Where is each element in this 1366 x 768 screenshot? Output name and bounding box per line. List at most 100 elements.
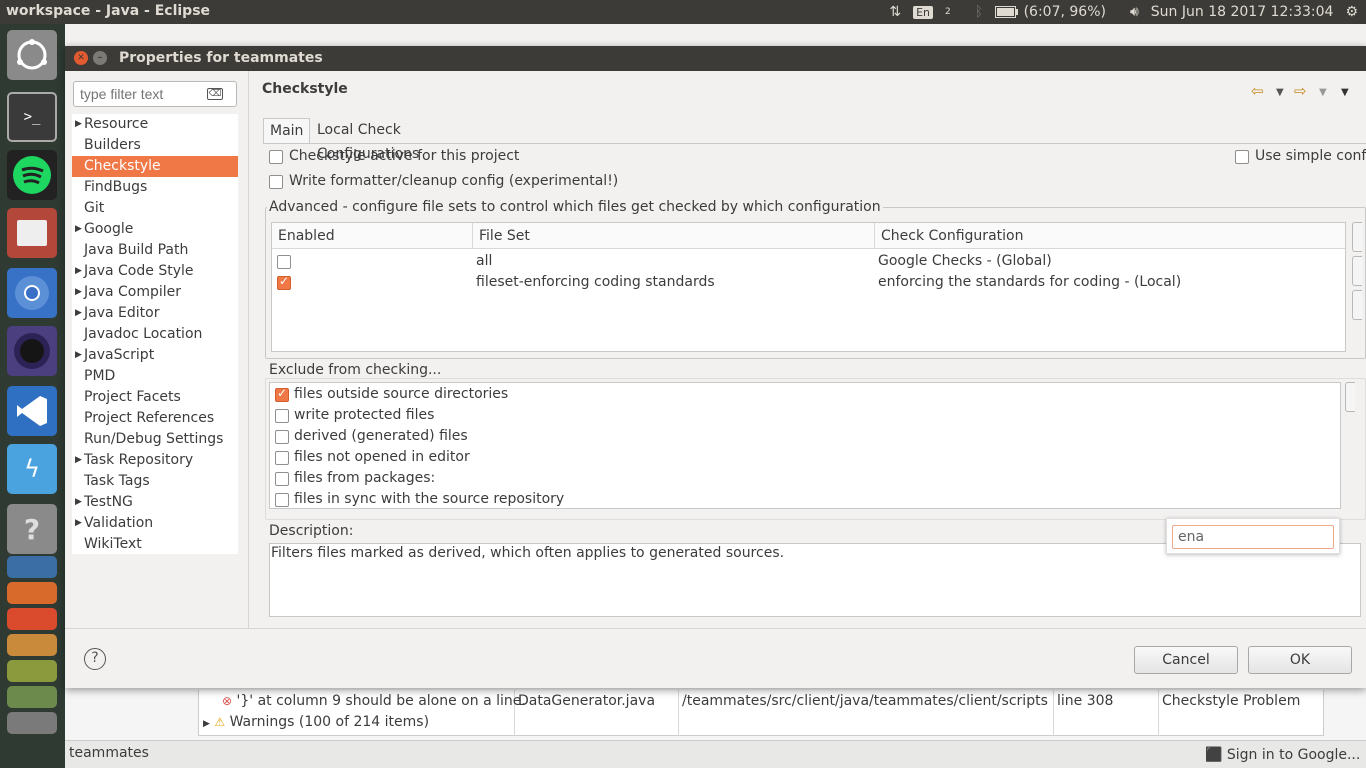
- description-label: Description:: [269, 523, 354, 539]
- tree-item[interactable]: WikiText: [72, 534, 238, 555]
- tree-item[interactable]: ▶ TestNG: [72, 492, 238, 513]
- bluetooth-icon[interactable]: ᛒ: [975, 4, 983, 20]
- tree-item[interactable]: FindBugs: [72, 177, 238, 198]
- cancel-button[interactable]: Cancel: [1134, 646, 1238, 674]
- fileset-config[interactable]: Google Checks - (Global): [878, 253, 1052, 269]
- tree-item[interactable]: Javadoc Location: [72, 324, 238, 345]
- write-formatter-checkbox[interactable]: [269, 175, 283, 189]
- battery-indicator[interactable]: (6:07, 96%): [995, 4, 1118, 20]
- expand-arrow-icon[interactable]: ▶: [75, 450, 82, 471]
- configure-exclude-button[interactable]: [1345, 382, 1355, 412]
- tree-item[interactable]: Task Tags: [72, 471, 238, 492]
- fileset-enabled-checkbox[interactable]: [277, 274, 291, 290]
- tree-item[interactable]: ▶ JavaScript: [72, 345, 238, 366]
- tree-item[interactable]: Run/Debug Settings: [72, 429, 238, 450]
- impress-icon[interactable]: [7, 634, 57, 656]
- exclude-checkbox[interactable]: [275, 430, 289, 444]
- back-dropdown-icon[interactable]: ▼: [1276, 87, 1284, 98]
- quick-search-input[interactable]: ena: [1172, 525, 1334, 549]
- eclipse-toolbar: [65, 24, 1366, 46]
- software-center-icon[interactable]: [7, 608, 57, 630]
- tree-item[interactable]: Builders: [72, 135, 238, 156]
- exclude-checkbox[interactable]: [275, 472, 289, 486]
- eclipse-icon[interactable]: [7, 326, 57, 376]
- libreoffice-writer-icon[interactable]: [7, 556, 57, 578]
- fileset-name[interactable]: fileset-enforcing coding standards: [476, 274, 715, 290]
- tree-item[interactable]: Java Build Path: [72, 240, 238, 261]
- tree-item[interactable]: ▶ Java Editor: [72, 303, 238, 324]
- volume-icon[interactable]: 🔊︎: [1130, 4, 1139, 20]
- exclude-list: files outside source directories write pr…: [269, 382, 1341, 509]
- remove-fileset-button[interactable]: [1352, 290, 1362, 320]
- tree-item[interactable]: PMD: [72, 366, 238, 387]
- fileset-config[interactable]: enforcing the standards for coding - (Lo…: [878, 274, 1181, 290]
- warnings-group[interactable]: ▶ ⚠ Warnings (100 of 214 items): [203, 714, 429, 730]
- expand-arrow-icon[interactable]: ▶: [75, 492, 82, 513]
- tree-item[interactable]: ▶ Java Code Style: [72, 261, 238, 282]
- google-sign-in[interactable]: ⬛ Sign in to Google...: [1205, 747, 1360, 763]
- clock[interactable]: Sun Jun 18 2017 12:33:04: [1151, 4, 1334, 20]
- expand-arrow-icon[interactable]: ▶: [75, 303, 82, 324]
- problem-row[interactable]: ⊗ '}' at column 9 should be alone on a l…: [222, 693, 526, 709]
- vscode-icon[interactable]: [7, 386, 57, 436]
- tree-item[interactable]: Project Facets: [72, 387, 238, 408]
- tree-item[interactable]: ▶ Task Repository: [72, 450, 238, 471]
- trash-icon[interactable]: [7, 712, 57, 734]
- fileset-enabled-checkbox[interactable]: [277, 255, 291, 269]
- exclude-checkbox[interactable]: [275, 493, 289, 507]
- use-simple-checkbox[interactable]: [1235, 150, 1249, 164]
- fileset-name[interactable]: all: [476, 253, 492, 269]
- storm-icon[interactable]: ϟ: [7, 444, 57, 494]
- network-icon[interactable]: ⇅: [889, 4, 901, 20]
- exclude-checkbox[interactable]: [275, 386, 289, 402]
- back-arrow-icon[interactable]: ⇦: [1251, 82, 1264, 100]
- expand-arrow-icon[interactable]: ▶: [75, 219, 82, 240]
- expand-arrow-icon[interactable]: ▶: [75, 345, 82, 366]
- files-icon[interactable]: [7, 208, 57, 258]
- status-project: teammates: [69, 745, 149, 761]
- tab-main[interactable]: Main: [263, 118, 311, 144]
- tree-item[interactable]: Project References: [72, 408, 238, 429]
- view-menu-icon[interactable]: ▼: [1341, 87, 1349, 98]
- window-title: workspace - Java - Eclipse: [6, 3, 211, 19]
- ok-button[interactable]: OK: [1248, 646, 1352, 674]
- col-header-enabled[interactable]: Enabled: [272, 223, 473, 249]
- disk-icon[interactable]: [7, 686, 57, 708]
- tree-item[interactable]: ▶ Google: [72, 219, 238, 240]
- edit-fileset-button[interactable]: [1352, 256, 1362, 286]
- tree-item[interactable]: Checkstyle: [72, 156, 238, 177]
- checkstyle-active-checkbox[interactable]: [269, 150, 283, 164]
- close-icon[interactable]: ✕: [74, 51, 88, 65]
- col-header-fileset[interactable]: File Set: [473, 223, 875, 249]
- expand-arrow-icon[interactable]: ▶: [75, 261, 82, 282]
- tab-local-check-configurations[interactable]: Local Check Configurations: [311, 118, 425, 162]
- settings-gear-icon[interactable]: ⚙: [1345, 4, 1358, 20]
- tree-item[interactable]: ▶ Validation: [72, 513, 238, 534]
- tree-item[interactable]: ▶ Java Compiler: [72, 282, 238, 303]
- tree-item-label: Task Tags: [84, 473, 150, 489]
- add-fileset-button[interactable]: [1352, 222, 1362, 252]
- expand-arrow-icon[interactable]: ▶: [75, 282, 82, 303]
- help-icon[interactable]: ?: [84, 648, 106, 670]
- chromium-icon[interactable]: [7, 268, 57, 318]
- ubuntu-dash-icon[interactable]: [7, 30, 57, 80]
- exclude-checkbox[interactable]: [275, 409, 289, 423]
- spotify-icon[interactable]: [7, 150, 57, 200]
- exclude-group-title: Exclude from checking...: [267, 362, 444, 378]
- sash-divider[interactable]: [248, 71, 249, 628]
- tree-item[interactable]: ▶ Resource: [72, 114, 238, 135]
- forward-arrow-icon[interactable]: ⇨: [1294, 82, 1307, 100]
- clear-filter-icon[interactable]: ⌫: [207, 88, 223, 100]
- firefox-icon[interactable]: [7, 582, 57, 604]
- expand-arrow-icon[interactable]: ▶: [75, 513, 82, 534]
- exclude-checkbox[interactable]: [275, 451, 289, 465]
- col-header-config[interactable]: Check Configuration: [875, 223, 1345, 249]
- minimize-icon[interactable]: –: [93, 51, 107, 65]
- settings-icon[interactable]: [7, 660, 57, 682]
- keyboard-layout-indicator[interactable]: En 2: [913, 5, 963, 19]
- tree-item[interactable]: Git: [72, 198, 238, 219]
- forward-dropdown-icon[interactable]: ▼: [1319, 87, 1327, 98]
- expand-arrow-icon[interactable]: ▶: [75, 114, 82, 135]
- terminal-icon[interactable]: >_: [7, 92, 57, 142]
- help-icon[interactable]: ?: [7, 504, 57, 554]
